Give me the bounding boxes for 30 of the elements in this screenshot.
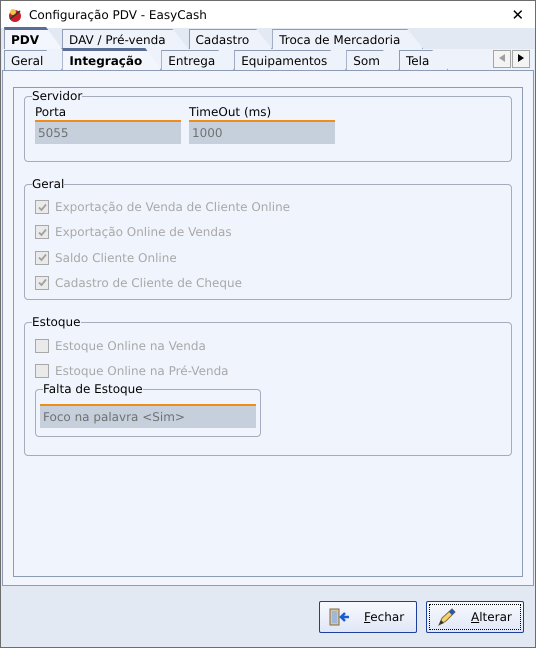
tab[interactable]: Som xyxy=(346,50,399,70)
tab[interactable]: Geral xyxy=(4,50,62,70)
right-arrow-icon xyxy=(518,54,524,62)
pencil-icon xyxy=(435,606,457,626)
checkbox-label: Exportação de Venda de Cliente Online xyxy=(55,200,290,214)
door-exit-icon xyxy=(328,606,350,626)
tab[interactable]: Tela xyxy=(398,50,448,70)
group-title: Servidor xyxy=(32,89,82,103)
group-title: Estoque xyxy=(32,315,80,329)
edit-button[interactable]: Alterar xyxy=(426,600,524,632)
tab[interactable]: Equipamentos xyxy=(234,50,346,70)
tab[interactable]: Entrega xyxy=(161,50,234,70)
tab[interactable]: Integração xyxy=(62,48,162,70)
scroll-right-button[interactable] xyxy=(512,50,530,68)
tab[interactable]: DAV / Pré-venda xyxy=(62,29,189,49)
window-title: Configuração PDV - EasyCash xyxy=(29,8,208,22)
tab[interactable]: PDV xyxy=(4,27,62,49)
checkbox-label: Exportação Online de Vendas xyxy=(55,225,232,240)
checkbox-label: Saldo Cliente Online xyxy=(55,250,177,265)
left-arrow-icon xyxy=(499,54,505,62)
close-button[interactable]: Fechar xyxy=(319,600,417,632)
tab[interactable]: Cadastro xyxy=(188,29,272,49)
checkbox-label: Estoque Online na Venda xyxy=(55,338,206,352)
tab[interactable]: Troca de Mercadoria xyxy=(272,29,424,49)
app-icon xyxy=(7,6,23,22)
close-button[interactable]: ✕ xyxy=(501,2,535,28)
checkbox-label: Estoque Online na Pré-Venda xyxy=(55,364,229,378)
group-title: Geral xyxy=(32,177,64,191)
group-title: Falta de Estoque xyxy=(43,382,143,396)
checkbox-label: Cadastro de Cliente de Cheque xyxy=(55,276,242,290)
